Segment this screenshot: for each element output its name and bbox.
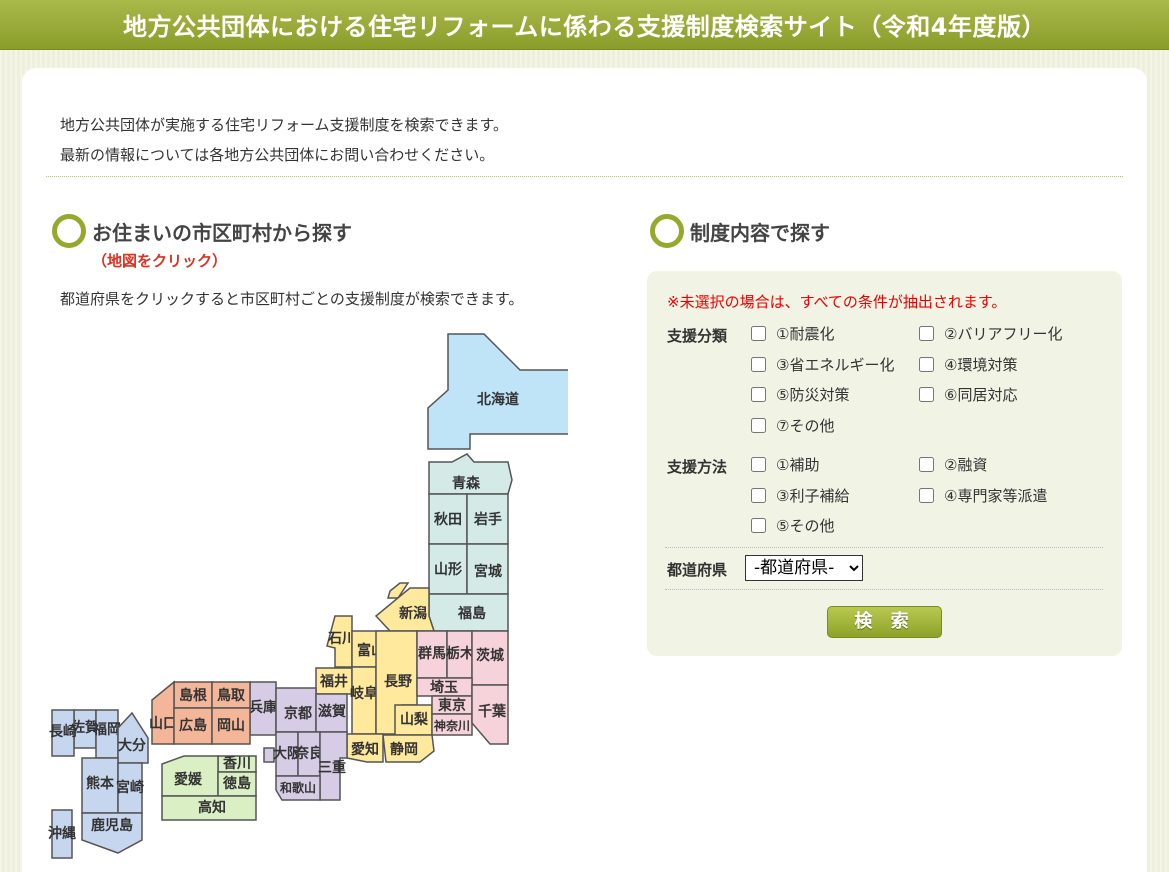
pref-kagoshima[interactable] xyxy=(81,812,143,854)
method-checkbox-5[interactable] xyxy=(751,518,766,533)
pref-shimane[interactable] xyxy=(173,681,213,709)
pref-iwate[interactable] xyxy=(466,493,509,545)
circle-icon xyxy=(52,214,86,248)
pref-fukuoka[interactable] xyxy=(95,709,119,759)
pref-fukushima[interactable] xyxy=(428,593,509,632)
method-label: 支援方法 xyxy=(667,458,728,476)
pref-okinawa[interactable] xyxy=(51,809,73,859)
circle-icon xyxy=(650,214,684,248)
search-section-title: 制度内容で探す xyxy=(650,214,830,248)
method-option-3[interactable]: ③利子補給 xyxy=(751,485,849,506)
map-description: 都道府県をクリックすると市区町村ごとの支援制度が検索できます。 xyxy=(60,290,524,308)
site-title: 地方公共団体における住宅リフォームに係わる支援制度検索サイト（令和4年度版） xyxy=(123,13,1046,41)
pref-kochi[interactable] xyxy=(161,795,257,821)
japan-map[interactable]: 北海道 青森 秋田 岩手 山形 宮城 福島 新潟 石川 富山 福井 岐阜 長野 … xyxy=(48,330,568,860)
pref-hokkaido[interactable] xyxy=(427,333,568,450)
intro-text: 地方公共団体が実施する住宅リフォーム支援制度を検索できます。 最新の情報について… xyxy=(60,110,508,170)
search-button[interactable]: 検 索 xyxy=(827,606,942,638)
pref-chiba[interactable] xyxy=(471,684,509,745)
category-checkbox-2[interactable] xyxy=(919,326,934,341)
pref-label: 都道府県 xyxy=(667,561,728,579)
method-checkbox-4[interactable] xyxy=(919,488,934,503)
category-checkbox-3[interactable] xyxy=(751,357,766,372)
pref-aomori[interactable] xyxy=(428,453,513,495)
pref-ibaraki[interactable] xyxy=(471,630,509,686)
category-checkbox-1[interactable] xyxy=(751,326,766,341)
category-option-2[interactable]: ②バリアフリー化 xyxy=(919,323,1062,344)
site-header: 地方公共団体における住宅リフォームに係わる支援制度検索サイト（令和4年度版） xyxy=(0,0,1169,50)
pref-aichi[interactable] xyxy=(346,733,384,763)
selection-notice: ※未選択の場合は、すべての条件が抽出されます。 xyxy=(667,293,1007,311)
pref-shiga[interactable] xyxy=(315,693,348,733)
divider xyxy=(665,547,1103,548)
pref-mie[interactable] xyxy=(319,731,348,801)
category-checkbox-7[interactable] xyxy=(751,418,766,433)
intro-line-2: 最新の情報については各地方公共団体にお問い合わせください。 xyxy=(60,146,495,164)
category-option-6[interactable]: ⑥同居対応 xyxy=(919,384,1017,405)
pref-nagasaki[interactable] xyxy=(51,709,75,757)
category-option-3[interactable]: ③省エネルギー化 xyxy=(751,354,894,375)
pref-kagawa[interactable] xyxy=(217,755,257,773)
pref-tokushima[interactable] xyxy=(217,771,257,797)
main-panel: 地方公共団体が実施する住宅リフォーム支援制度を検索できます。 最新の情報について… xyxy=(22,68,1147,872)
pref-wakayama[interactable] xyxy=(275,775,321,801)
pref-oita[interactable] xyxy=(117,711,149,764)
category-label: 支援分類 xyxy=(667,327,728,345)
search-section-title-text: 制度内容で探す xyxy=(690,220,830,245)
pref-osaka[interactable] xyxy=(275,731,299,777)
map-section-title: お住まいの市区町村から探す xyxy=(52,214,352,248)
pref-kumamoto[interactable] xyxy=(81,757,119,814)
intro-line-1: 地方公共団体が実施する住宅リフォーム支援制度を検索できます。 xyxy=(60,116,509,134)
pref-gunma[interactable] xyxy=(416,630,448,679)
method-option-4[interactable]: ④専門家等派遣 xyxy=(919,485,1047,506)
pref-kanagawa[interactable] xyxy=(431,713,473,736)
pref-gifu[interactable] xyxy=(351,666,377,735)
pref-miyagi[interactable] xyxy=(466,543,509,595)
method-checkbox-3[interactable] xyxy=(751,488,766,503)
pref-hyogo[interactable] xyxy=(249,681,277,736)
pref-saga[interactable] xyxy=(73,709,97,749)
pref-nara[interactable] xyxy=(297,731,321,777)
pref-yamagata[interactable] xyxy=(428,543,468,595)
pref-ehime[interactable] xyxy=(161,755,219,797)
divider xyxy=(665,589,1103,590)
pref-yamaguchi[interactable] xyxy=(151,680,175,745)
category-checkbox-4[interactable] xyxy=(919,357,934,372)
pref-miyazaki[interactable] xyxy=(117,762,143,814)
pref-tottori[interactable] xyxy=(211,681,251,709)
pref-fukui[interactable] xyxy=(315,667,353,695)
method-option-2[interactable]: ②融資 xyxy=(919,454,987,475)
pref-tochigi[interactable] xyxy=(446,630,473,679)
method-checkbox-1[interactable] xyxy=(751,457,766,472)
pref-hiroshima[interactable] xyxy=(173,707,213,745)
pref-ishikawa[interactable] xyxy=(326,615,353,668)
divider xyxy=(46,176,1123,177)
category-option-7[interactable]: ⑦その他 xyxy=(751,415,834,436)
pref-yamanashi[interactable] xyxy=(394,704,433,736)
pref-niigata[interactable] xyxy=(374,587,436,632)
category-option-5[interactable]: ⑤防災対策 xyxy=(751,384,849,405)
pref-kyoto[interactable] xyxy=(275,687,317,733)
pref-saitama[interactable] xyxy=(416,677,473,697)
search-form: ※未選択の場合は、すべての条件が抽出されます。 支援分類 ①耐震化 ②バリアフリ… xyxy=(647,271,1122,656)
method-option-1[interactable]: ①補助 xyxy=(751,454,819,475)
method-checkbox-2[interactable] xyxy=(919,457,934,472)
map-section-subtitle: （地図をクリック） xyxy=(92,252,228,270)
category-option-1[interactable]: ①耐震化 xyxy=(751,323,834,344)
map-section-title-text: お住まいの市区町村から探す xyxy=(92,220,352,245)
category-checkbox-5[interactable] xyxy=(751,387,766,402)
category-checkbox-6[interactable] xyxy=(919,387,934,402)
pref-awaji[interactable] xyxy=(263,747,275,763)
method-option-5[interactable]: ⑤その他 xyxy=(751,515,834,536)
pref-select[interactable]: -都道府県- xyxy=(745,555,863,581)
pref-okayama[interactable] xyxy=(211,707,251,745)
pref-shizuoka[interactable] xyxy=(382,734,435,763)
pref-akita[interactable] xyxy=(428,493,468,545)
category-option-4[interactable]: ④環境対策 xyxy=(919,354,1017,375)
pref-tokyo[interactable] xyxy=(431,695,473,715)
